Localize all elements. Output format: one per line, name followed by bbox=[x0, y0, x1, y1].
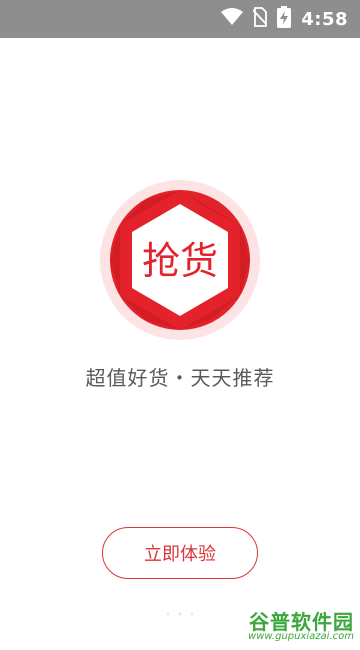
status-time: 4:58 bbox=[301, 8, 348, 30]
battery-charging-icon bbox=[277, 6, 292, 32]
watermark-url: www.gupuxiazai.com bbox=[248, 631, 354, 642]
splash-screen: 4:58 抢货 超值好货・天天推荐 立即体验 谷普软件园 www.gupuxia… bbox=[0, 0, 360, 650]
wifi-icon bbox=[221, 8, 244, 30]
status-bar: 4:58 bbox=[0, 0, 360, 38]
page-indicator bbox=[162, 601, 198, 616]
watermark: 谷普软件园 www.gupuxiazai.com bbox=[240, 606, 358, 646]
logo-text: 抢货 bbox=[142, 239, 218, 283]
tagline: 超值好货・天天推荐 bbox=[85, 366, 275, 390]
app-logo: 抢货 bbox=[100, 180, 260, 340]
try-now-button[interactable]: 立即体验 bbox=[102, 527, 258, 579]
no-sim-icon bbox=[252, 7, 268, 31]
status-icons: 4:58 bbox=[221, 0, 348, 38]
